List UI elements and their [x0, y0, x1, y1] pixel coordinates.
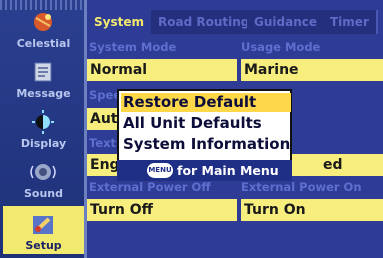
sidebar: Celestial Message Display Sound Setup	[0, 0, 87, 258]
menu-footer: MENU for Main Menu	[117, 160, 292, 181]
menu-item-restore-default[interactable]: Restore Default	[121, 93, 291, 112]
external-power-off-field[interactable]: Turn Off	[87, 199, 237, 221]
usage-mode-label: Usage Mode	[241, 40, 321, 54]
sidebar-item-label: Setup	[25, 239, 62, 252]
text-label: Text	[89, 136, 117, 150]
message-icon	[34, 62, 52, 82]
external-power-on-field[interactable]: Turn On	[241, 199, 383, 221]
tab-guidance[interactable]: Guidance	[247, 10, 326, 34]
sidebar-item-label: Sound	[23, 187, 63, 200]
tab-system[interactable]: System	[87, 10, 153, 34]
gps-screen: Celestial Message Display Sound Setup Sy…	[0, 0, 383, 258]
sidebar-item-message[interactable]: Message	[3, 54, 84, 102]
tab-bar: System Road Routing Guidance Timer	[87, 10, 383, 34]
menu-item-all-unit-defaults[interactable]: All Unit Defaults	[121, 114, 291, 133]
tab-road-routing[interactable]: Road Routing	[151, 10, 259, 34]
sidebar-item-label: Message	[16, 87, 71, 100]
external-power-on-label: External Power On	[241, 180, 362, 194]
sidebar-item-label: Display	[20, 137, 67, 150]
usage-mode-field[interactable]: Marine	[241, 59, 383, 81]
sidebar-item-display[interactable]: Display	[3, 104, 84, 152]
sidebar-item-setup[interactable]: Setup	[3, 206, 84, 254]
sidebar-item-celestial[interactable]: Celestial	[3, 4, 84, 52]
tab-timer[interactable]: Timer	[323, 10, 378, 34]
options-menu: Restore Default All Unit Defaults System…	[117, 89, 292, 181]
sound-icon	[30, 164, 56, 180]
external-power-off-label: External Power Off	[89, 180, 211, 194]
display-icon	[32, 110, 54, 134]
menu-footer-text: for Main Menu	[177, 163, 279, 178]
system-mode-label: System Mode	[89, 40, 177, 54]
menu-button-icon: MENU	[147, 163, 173, 178]
menu-item-system-information[interactable]: System Information	[121, 135, 291, 154]
sidebar-item-label: Celestial	[16, 37, 71, 50]
system-mode-field[interactable]: Normal	[87, 59, 237, 81]
setup-icon	[33, 216, 53, 234]
sidebar-item-sound[interactable]: Sound	[3, 154, 84, 202]
celestial-icon	[34, 13, 52, 31]
